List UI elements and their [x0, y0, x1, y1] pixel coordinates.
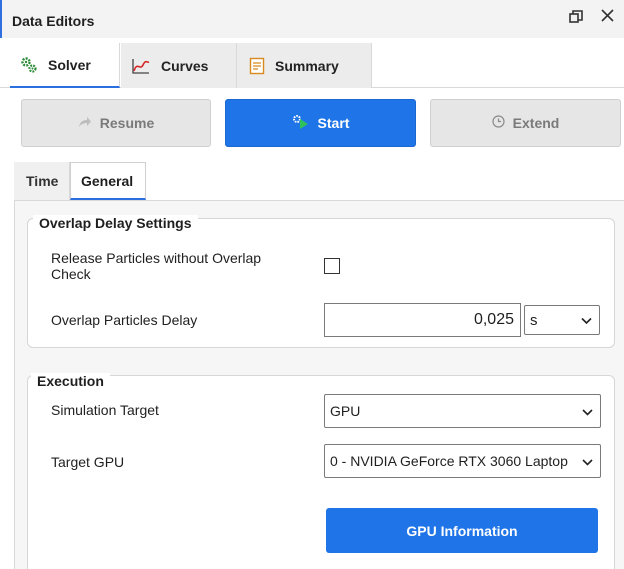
start-button[interactable]: Start: [225, 99, 416, 147]
panel-title: Data Editors: [12, 13, 95, 29]
simulation-target-value: GPU: [330, 403, 361, 419]
panel-header: Data Editors: [0, 0, 624, 38]
overlap-delay-label: Overlap Particles Delay: [51, 312, 198, 328]
subtab-time[interactable]: Time: [14, 162, 70, 200]
tab-curves-label: Curves: [161, 57, 209, 74]
start-play-icon: [292, 114, 310, 133]
resume-button[interactable]: Resume: [21, 99, 211, 147]
simulation-target-label: Simulation Target: [51, 402, 159, 418]
chevron-down-icon: [581, 312, 592, 329]
target-gpu-value: 0 - NVIDIA GeForce RTX 3060 Laptop: [330, 453, 568, 469]
tab-bar: Solver Curves Summary: [0, 43, 624, 88]
extend-button[interactable]: Extend: [430, 99, 621, 147]
clock-icon: [492, 115, 505, 131]
restore-window-icon[interactable]: [569, 10, 583, 27]
tab-solver[interactable]: Solver: [10, 43, 120, 88]
delay-unit-value: s: [530, 311, 538, 329]
release-particles-checkbox[interactable]: [324, 258, 340, 274]
target-gpu-label: Target GPU: [51, 454, 125, 470]
close-icon[interactable]: [601, 9, 614, 26]
release-particles-label: Release Particles without Overlap Check: [51, 250, 262, 282]
tab-curves[interactable]: Curves: [121, 43, 237, 88]
delay-unit-select[interactable]: s: [524, 305, 600, 335]
subtab-general[interactable]: General: [70, 162, 146, 200]
tab-summary-label: Summary: [275, 57, 339, 74]
extend-label: Extend: [512, 115, 560, 131]
tab-solver-label: Solver: [48, 56, 91, 73]
simulation-target-select[interactable]: GPU: [324, 394, 601, 428]
start-label: Start: [317, 115, 350, 131]
resume-label: Resume: [99, 115, 155, 131]
line-chart-icon: [132, 58, 150, 74]
document-icon: [249, 57, 265, 74]
target-gpu-select[interactable]: 0 - NVIDIA GeForce RTX 3060 Laptop: [324, 444, 601, 478]
resume-arrow-icon: [78, 115, 92, 131]
overlap-delay-input[interactable]: 0,025: [324, 303, 521, 337]
tab-summary[interactable]: Summary: [237, 43, 372, 88]
chevron-down-icon: [579, 453, 593, 469]
overlap-group-title: Overlap Delay Settings: [33, 215, 198, 231]
gpu-information-button[interactable]: GPU Information: [326, 508, 598, 553]
chevron-down-icon: [582, 403, 593, 419]
execution-group-title: Execution: [31, 373, 110, 389]
gears-icon: [21, 56, 37, 73]
